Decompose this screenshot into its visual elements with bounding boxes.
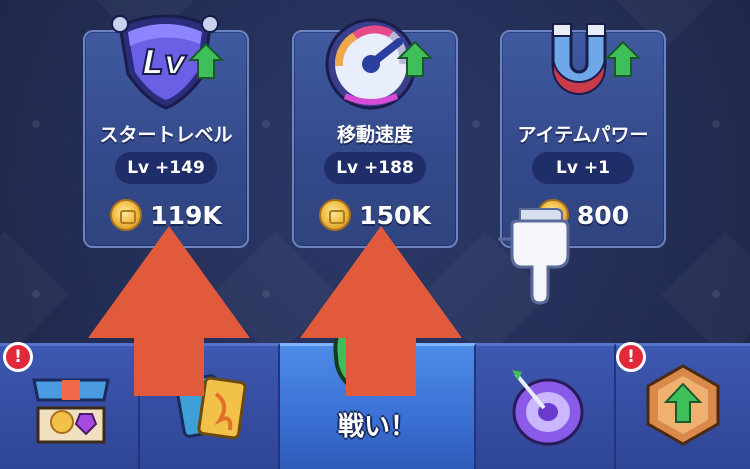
upgrade-level-badge: Lv +1: [532, 152, 634, 184]
pointing-hand-icon: [498, 208, 570, 305]
upgrade-name: スタートレベル: [99, 124, 233, 146]
battle-label: 戦い！: [337, 412, 416, 442]
target-icon: [512, 370, 584, 446]
upgrade-level-badge: Lv +188: [324, 152, 426, 184]
tutorial-arrow-up-left: [88, 226, 250, 396]
tab-target[interactable]: [476, 343, 616, 469]
svg-text:Lv: Lv: [142, 43, 188, 83]
upgrade-name: 移動速度: [336, 124, 413, 146]
upgrade-card-start-level[interactable]: Lv スタートレベル Lv +149 119K: [83, 14, 249, 248]
lv-shield-icon: Lv: [106, 4, 226, 114]
tab-upgrade[interactable]: !: [616, 342, 750, 469]
speedometer-icon: [315, 4, 435, 114]
tutorial-arrow-up-right: [300, 226, 462, 396]
upgrade-badge-icon: [646, 364, 720, 446]
upgrade-name: アイテムパワー: [517, 124, 649, 146]
upgrade-card-move-speed[interactable]: 移動速度 Lv +188 150K: [292, 18, 458, 248]
upgrade-level-badge: Lv +149: [115, 152, 217, 184]
magnet-icon: [523, 4, 643, 114]
cost-value: 800: [576, 200, 630, 230]
